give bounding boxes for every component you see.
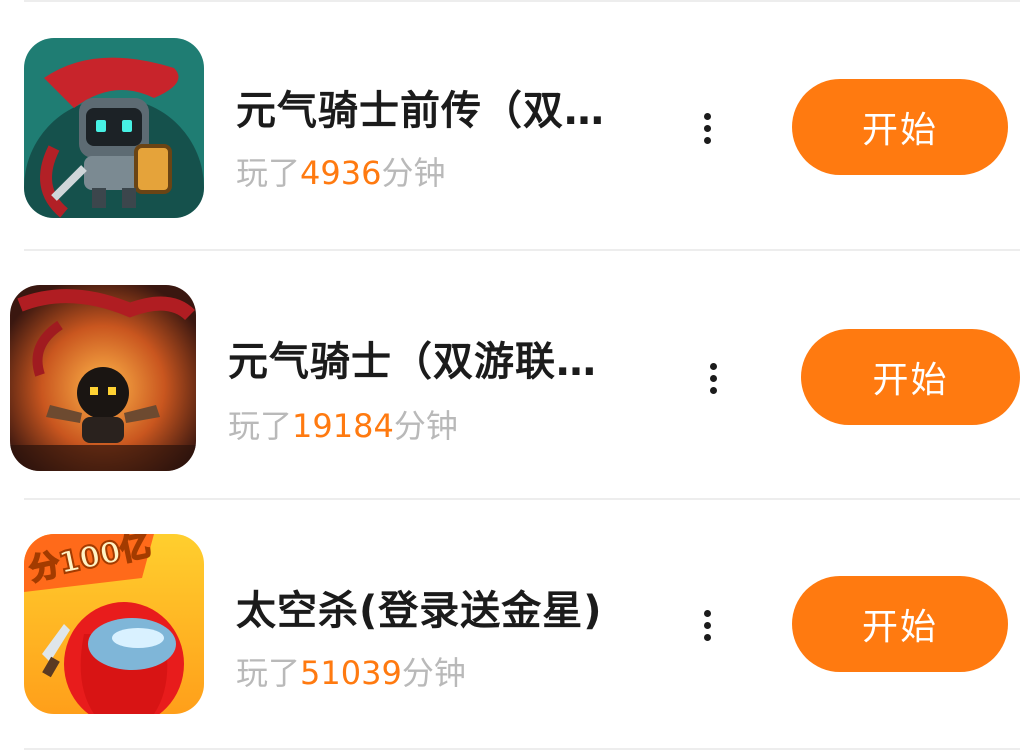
game-list: 元气骑士前传（双… 玩了4936分钟 开始 元气骑士（双游联… 玩了19184分… [0, 0, 1020, 756]
playtime-text: 玩了51039分钟 [236, 648, 466, 694]
playtime-minutes: 51039 [300, 654, 402, 692]
soul-knight-prequel-icon[interactable] [24, 38, 204, 218]
space-werewolf-icon[interactable]: 分100亿 [24, 534, 204, 714]
soul-knight-icon[interactable] [10, 285, 196, 471]
start-button[interactable]: 开始 [792, 576, 1008, 672]
game-title: 元气骑士前传（双… [236, 88, 605, 134]
list-item-game-2[interactable]: 元气骑士（双游联… 玩了19184分钟 开始 [0, 251, 1020, 500]
playtime-suffix: 分钟 [381, 154, 446, 192]
list-item-game-1[interactable]: 元气骑士前传（双… 玩了4936分钟 开始 [0, 2, 1020, 251]
game-title: 元气骑士（双游联… [228, 339, 597, 385]
start-button[interactable]: 开始 [801, 329, 1020, 425]
playtime-text: 玩了19184分钟 [228, 401, 458, 447]
playtime-text: 玩了4936分钟 [236, 148, 445, 194]
divider [24, 748, 1020, 750]
list-item-game-3[interactable]: 分100亿 太空杀(登录送金星) 玩了51039分钟 开始 [0, 500, 1020, 749]
playtime-suffix: 分钟 [393, 407, 458, 445]
playtime-minutes: 4936 [300, 154, 382, 192]
more-options-icon[interactable] [692, 98, 722, 158]
playtime-suffix: 分钟 [401, 654, 466, 692]
start-button[interactable]: 开始 [792, 79, 1008, 175]
playtime-prefix: 玩了 [228, 407, 293, 445]
game-title: 太空杀(登录送金星) [236, 588, 603, 634]
more-options-icon[interactable] [698, 348, 728, 408]
more-options-icon[interactable] [692, 595, 722, 655]
playtime-prefix: 玩了 [236, 654, 301, 692]
playtime-prefix: 玩了 [236, 154, 301, 192]
playtime-minutes: 19184 [292, 407, 394, 445]
